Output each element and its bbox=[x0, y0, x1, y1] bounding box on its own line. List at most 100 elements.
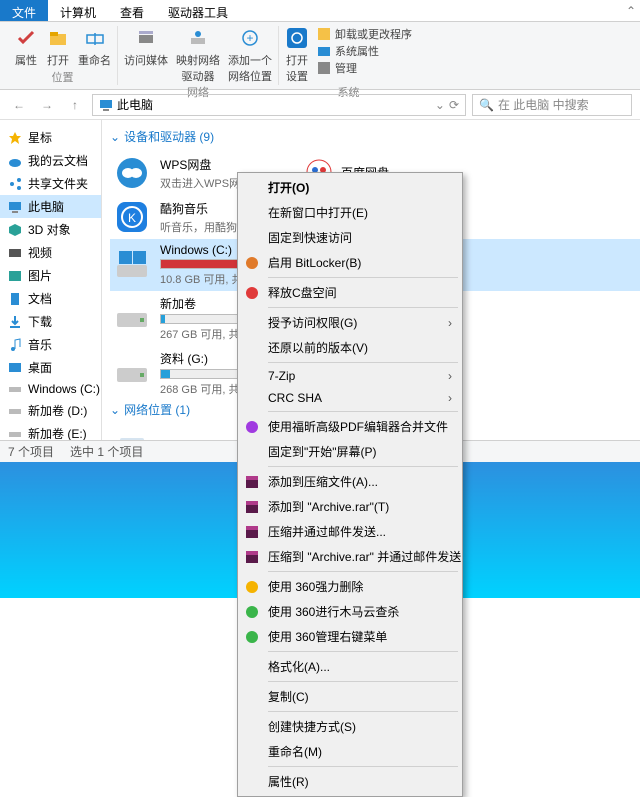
ctx-item[interactable]: 压缩到 "Archive.rar" 并通过邮件发送 bbox=[240, 544, 460, 569]
ctx-item[interactable]: 使用福昕高级PDF编辑器合并文件 bbox=[240, 414, 460, 439]
svg-text:+: + bbox=[246, 31, 253, 45]
drive-icon bbox=[114, 155, 150, 191]
status-selected: 选中 1 个项目 bbox=[70, 443, 143, 460]
sidebar-item[interactable]: 此电脑 bbox=[0, 195, 101, 218]
drive-icon: K bbox=[114, 199, 150, 235]
gateway-icon bbox=[114, 428, 150, 440]
ctx-item[interactable]: 固定到"开始"屏幕(P) bbox=[240, 439, 460, 464]
sidebar-item[interactable]: 文档 bbox=[0, 287, 101, 310]
ctx-item[interactable]: 固定到快速访问 bbox=[240, 225, 460, 250]
cube-icon bbox=[8, 223, 22, 237]
ribbon-manage[interactable]: 管理 bbox=[317, 60, 412, 76]
ribbon-rename[interactable]: 重命名 bbox=[78, 26, 111, 68]
tab-computer[interactable]: 计算机 bbox=[48, 0, 108, 21]
dl-icon bbox=[8, 315, 22, 329]
add-netloc-icon: + bbox=[238, 26, 262, 50]
rar-icon bbox=[244, 524, 260, 540]
ctx-item[interactable]: 使用 360管理右键菜单 bbox=[240, 624, 460, 649]
drive-icon bbox=[8, 427, 22, 441]
manage-icon bbox=[317, 61, 331, 75]
sidebar-item[interactable]: 星标 bbox=[0, 126, 101, 149]
section-devices[interactable]: ⌄ 设备和驱动器 (9) bbox=[110, 128, 640, 145]
ctx-item[interactable]: 创建快捷方式(S) bbox=[240, 714, 460, 739]
cloud-icon bbox=[8, 154, 22, 168]
ribbon-properties[interactable]: 属性 bbox=[14, 26, 38, 68]
ribbon-open[interactable]: 打开 bbox=[46, 26, 70, 68]
tab-file[interactable]: 文件 bbox=[0, 0, 48, 21]
ctx-item[interactable]: 格式化(A)... bbox=[240, 654, 460, 679]
sidebar-item[interactable]: 视频 bbox=[0, 241, 101, 264]
sidebar-item[interactable]: 音乐 bbox=[0, 333, 101, 356]
search-input[interactable]: 🔍 在 此电脑 中搜索 bbox=[472, 94, 632, 116]
sidebar-item[interactable]: 我的云文档 bbox=[0, 149, 101, 172]
ribbon-sysprop[interactable]: 系统属性 bbox=[317, 43, 412, 59]
media-icon bbox=[134, 26, 158, 50]
ribbon-open-settings[interactable]: 打开 设置 bbox=[285, 26, 309, 84]
360g-icon bbox=[244, 629, 260, 645]
pdf-icon bbox=[244, 419, 260, 435]
nav-back[interactable]: ← bbox=[8, 94, 30, 116]
uninstall-icon bbox=[317, 27, 331, 41]
breadcrumb: ← → ↑ 此电脑 ⌄ ⟳ 🔍 在 此电脑 中搜索 bbox=[0, 90, 640, 120]
ctx-item[interactable]: 添加到压缩文件(A)... bbox=[240, 469, 460, 494]
pc-icon bbox=[99, 98, 113, 112]
pic-icon bbox=[8, 269, 22, 283]
ribbon-media[interactable]: 访问媒体 bbox=[124, 26, 168, 84]
360g-icon bbox=[244, 604, 260, 620]
ctx-item[interactable]: 释放C盘空间 bbox=[240, 280, 460, 305]
sidebar-item[interactable]: 共享文件夹 bbox=[0, 172, 101, 195]
tab-view[interactable]: 查看 bbox=[108, 0, 156, 21]
sysprop-icon bbox=[317, 44, 331, 58]
sidebar-item[interactable]: 下载 bbox=[0, 310, 101, 333]
rar-icon bbox=[244, 499, 260, 515]
folder-open-icon bbox=[46, 26, 70, 50]
ctx-item[interactable]: 使用 360进行木马云查杀 bbox=[240, 599, 460, 624]
ctx-item[interactable]: 在新窗口中打开(E) bbox=[240, 200, 460, 225]
nav-up[interactable]: ↑ bbox=[64, 94, 86, 116]
ctx-item[interactable]: 打开(O) bbox=[240, 175, 460, 200]
address-bar[interactable]: 此电脑 ⌄ ⟳ bbox=[92, 94, 466, 116]
nav-forward[interactable]: → bbox=[36, 94, 58, 116]
context-menu: 打开(O)在新窗口中打开(E)固定到快速访问启用 BitLocker(B) 释放C… bbox=[237, 172, 463, 797]
sidebar-item[interactable]: 3D 对象 bbox=[0, 218, 101, 241]
chevron-right-icon: › bbox=[448, 391, 452, 405]
drive-icon bbox=[114, 301, 150, 337]
pc-icon bbox=[8, 200, 22, 214]
ctx-item[interactable]: 属性(R) bbox=[240, 769, 460, 794]
chevron-right-icon: › bbox=[448, 316, 452, 330]
sidebar-item[interactable]: 新加卷 (D:) bbox=[0, 399, 101, 422]
star-icon bbox=[8, 131, 22, 145]
refresh-icon[interactable]: ⟳ bbox=[449, 98, 459, 112]
tab-drivetools[interactable]: 驱动器工具 bbox=[156, 0, 240, 21]
lock-icon bbox=[244, 255, 260, 271]
ctx-item[interactable]: 还原以前的版本(V) bbox=[240, 335, 460, 360]
sidebar-item[interactable]: Windows (C:) bbox=[0, 379, 101, 399]
ctx-item[interactable]: CRC SHA› bbox=[240, 387, 460, 409]
collapse-ribbon-icon[interactable]: ⌃ bbox=[626, 4, 636, 18]
desk-icon bbox=[8, 361, 22, 375]
ctx-item[interactable]: 压缩并通过邮件发送... bbox=[240, 519, 460, 544]
chevron-down-icon[interactable]: ⌄ bbox=[435, 98, 445, 112]
ctx-item[interactable]: 复制(C) bbox=[240, 684, 460, 709]
ribbon: 属性 打开 重命名 位置 访问媒体 映射网络 驱动器 + bbox=[0, 22, 640, 90]
rar-icon bbox=[244, 474, 260, 490]
ctx-item[interactable]: 授予访问权限(G)› bbox=[240, 310, 460, 335]
ctx-item[interactable]: 使用 360强力删除 bbox=[240, 574, 460, 599]
ctx-item[interactable]: 7-Zip› bbox=[240, 365, 460, 387]
ctx-item[interactable]: 添加到 "Archive.rar"(T) bbox=[240, 494, 460, 519]
360y-icon bbox=[244, 579, 260, 595]
sidebar-item[interactable]: 图片 bbox=[0, 264, 101, 287]
ctx-item[interactable]: 重命名(M) bbox=[240, 739, 460, 764]
ribbon-uninstall[interactable]: 卸载或更改程序 bbox=[317, 26, 412, 42]
ctx-item[interactable]: 启用 BitLocker(B) bbox=[240, 250, 460, 275]
clean-icon bbox=[244, 285, 260, 301]
sidebar-item[interactable]: 新加卷 (E:) bbox=[0, 422, 101, 440]
checkmark-icon bbox=[14, 26, 38, 50]
drive-icon bbox=[8, 404, 22, 418]
sidebar-item[interactable]: 桌面 bbox=[0, 356, 101, 379]
ribbon-add-netloc[interactable]: + 添加一个 网络位置 bbox=[228, 26, 272, 84]
drive-net-icon bbox=[186, 26, 210, 50]
settings-icon bbox=[285, 26, 309, 50]
chevron-down-icon: ⌄ bbox=[110, 130, 120, 144]
ribbon-map-drive[interactable]: 映射网络 驱动器 bbox=[176, 26, 220, 84]
